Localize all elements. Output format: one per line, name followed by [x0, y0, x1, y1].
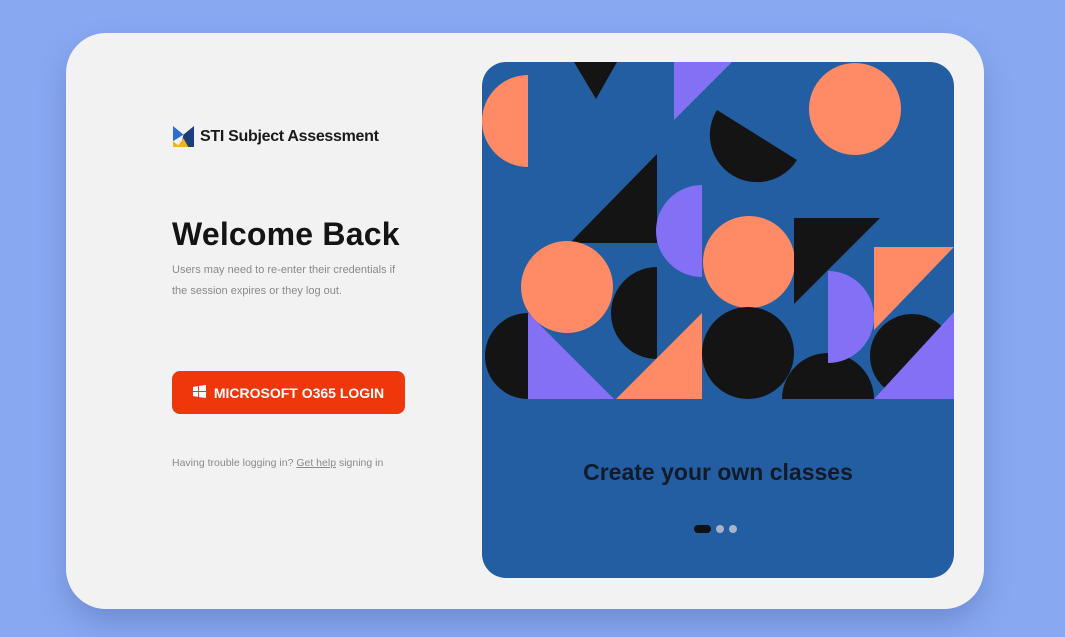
carousel-indicators [694, 525, 737, 533]
carousel-caption: Create your own classes [583, 459, 853, 485]
sti-logo-icon [172, 125, 195, 148]
geometric-illustration [482, 62, 954, 399]
brand-name: STI Subject Assessment [200, 127, 379, 145]
login-card: STI Subject Assessment Welcome Back User… [66, 33, 984, 609]
carousel-panel: Create your own classes [482, 62, 954, 578]
welcome-title: Welcome Back [172, 216, 400, 252]
help-prefix: Having trouble logging in? [172, 457, 297, 469]
help-suffix: signing in [336, 457, 384, 469]
login-button-label: MICROSOFT O365 LOGIN [213, 384, 385, 401]
windows-icon [192, 384, 206, 398]
welcome-subtitle: Users may need to re-enter their credent… [172, 264, 396, 297]
carousel-dot-3[interactable] [729, 525, 737, 533]
help-text: Having trouble logging in? Get help sign… [172, 457, 383, 469]
get-help-link[interactable]: Get help [296, 457, 336, 469]
microsoft-login-button[interactable]: MICROSOFT O365 LOGIN [172, 371, 405, 414]
carousel-dot-1[interactable] [694, 525, 711, 533]
brand-logo: STI Subject Assessment [172, 125, 379, 148]
carousel-dot-2[interactable] [716, 525, 724, 533]
